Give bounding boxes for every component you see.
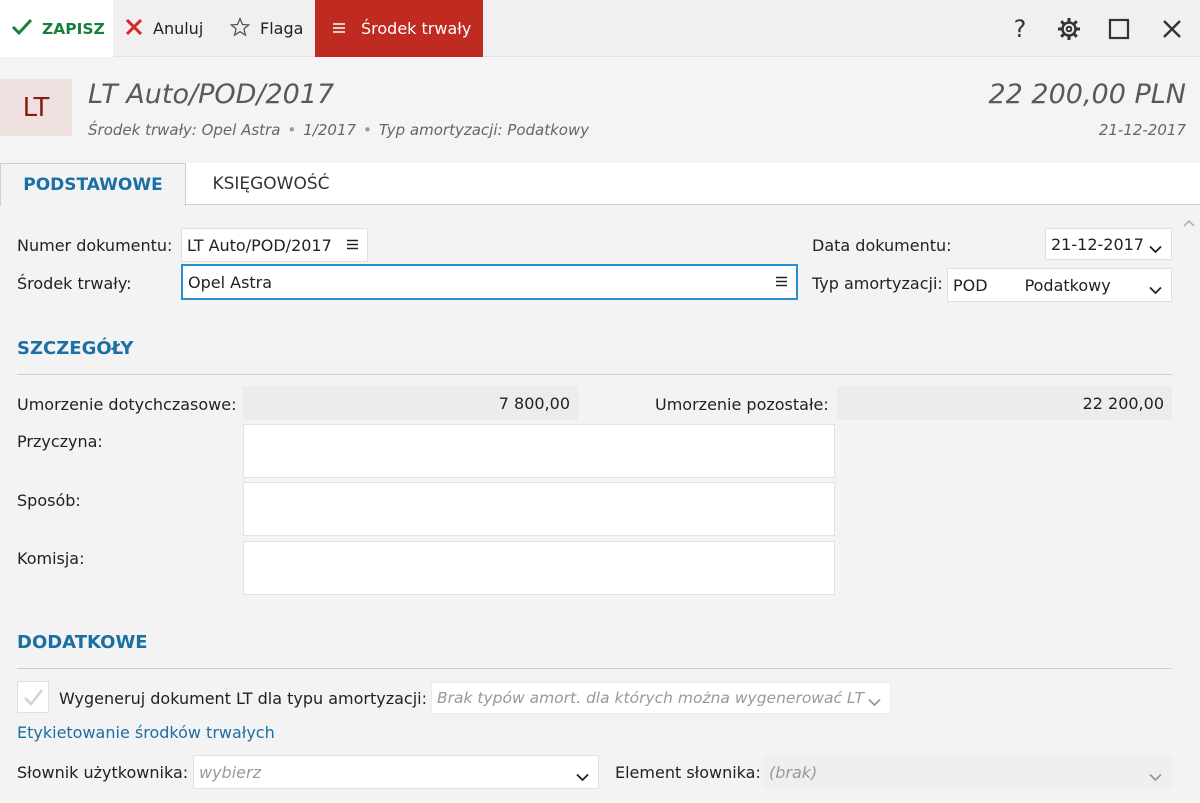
chevron-down-icon <box>868 693 881 711</box>
star-icon <box>229 16 251 41</box>
dictionary-placeholder: wybierz <box>199 762 261 782</box>
check-icon <box>11 18 33 40</box>
checkbox-icon[interactable] <box>17 681 49 713</box>
document-subtitle: Środek trwały: Opel Astra • 1/2017 • Typ amo… <box>88 121 590 139</box>
cancel-button[interactable]: Anuluj <box>113 0 217 57</box>
menu-icon[interactable] <box>347 236 358 254</box>
generate-lt-label: Wygeneruj dokument LT dla typu amortyzac… <box>59 689 427 708</box>
doc-date-picker[interactable]: 21-12-2017 <box>1045 228 1172 260</box>
section-divider <box>17 374 1172 375</box>
menu-icon[interactable] <box>776 273 787 291</box>
dictionary-element-placeholder: (brak) <box>769 762 818 782</box>
remaining-value: 22 200,00 <box>837 386 1172 420</box>
tab-basic[interactable]: PODSTAWOWE <box>0 163 186 206</box>
doc-date-value: 21-12-2017 <box>1051 234 1144 254</box>
chevron-down-icon <box>576 767 589 786</box>
amortization-type-select[interactable]: POD Podatkowy <box>947 268 1172 302</box>
asset-menu-label: Środek trwały <box>361 19 472 38</box>
window-close-icon[interactable] <box>1147 0 1197 57</box>
flag-label: Flaga <box>260 19 304 38</box>
asset-value: Opel Astra <box>188 272 273 292</box>
help-icon[interactable]: ? <box>995 0 1045 57</box>
generate-lt-select[interactable]: Brak typów amort. dla których można wyge… <box>431 682 891 714</box>
scroll-up-icon[interactable] <box>1183 212 1195 231</box>
method-textarea[interactable] <box>243 482 835 536</box>
close-icon <box>125 18 143 40</box>
asset-field[interactable]: Opel Astra <box>181 264 798 300</box>
remaining-label: Umorzenie pozostałe: <box>655 395 829 414</box>
amortization-type-name: Podatkowy <box>1024 275 1111 295</box>
reason-label: Przyczyna: <box>17 432 103 451</box>
page-title: LT Auto/POD/2017 <box>88 79 335 110</box>
doc-number-value: LT Auto/POD/2017 <box>187 235 332 255</box>
doc-date-label: Data dokumentu: <box>812 236 952 255</box>
reason-textarea[interactable] <box>243 424 835 478</box>
document-header <box>0 57 1200 163</box>
dictionary-element-label: Element słownika: <box>615 763 761 782</box>
commission-label: Komisja: <box>17 549 85 568</box>
dictionary-select[interactable]: wybierz <box>193 755 599 789</box>
chevron-down-icon <box>1149 280 1162 299</box>
generate-lt-placeholder: Brak typów amort. dla których można wyge… <box>437 689 864 707</box>
dictionary-element-select[interactable]: (brak) <box>763 755 1172 789</box>
chevron-down-icon <box>1149 239 1162 258</box>
asset-menu-button[interactable]: Środek trwały <box>315 0 483 57</box>
subtitle-asset: Środek trwały: Opel Astra <box>88 121 281 139</box>
save-button[interactable]: ZAPISZ <box>0 0 113 57</box>
dictionary-label: Słownik użytkownika: <box>17 763 189 782</box>
amortization-type-label: Typ amortyzacji: <box>812 274 943 293</box>
avatar: LT <box>0 79 72 136</box>
subtitle-period: 1/2017 <box>303 121 357 139</box>
menu-icon <box>333 19 345 38</box>
doc-number-label: Numer dokumentu: <box>17 236 173 255</box>
maximize-icon[interactable] <box>1094 0 1144 57</box>
chevron-down-icon <box>1149 767 1162 786</box>
save-label: ZAPISZ <box>42 19 105 38</box>
details-section-title: SZCZEGÓŁY <box>17 338 134 359</box>
section-divider <box>17 668 1172 669</box>
commission-textarea[interactable] <box>243 541 835 595</box>
additional-section-title: DODATKOWE <box>17 632 148 653</box>
doc-number-field[interactable]: LT Auto/POD/2017 <box>181 228 368 262</box>
gear-icon[interactable] <box>1044 0 1094 57</box>
document-date: 21-12-2017 <box>1098 121 1186 139</box>
document-amount: 22 200,00 PLN <box>988 79 1186 110</box>
labeling-link[interactable]: Etykietowanie środków trwałych <box>17 723 275 742</box>
write-off-value: 7 800,00 <box>243 386 578 420</box>
asset-label: Środek trwały: <box>17 274 132 293</box>
method-label: Sposób: <box>17 491 81 510</box>
cancel-label: Anuluj <box>153 19 204 38</box>
tab-accounting[interactable]: KSIĘGOWOŚĆ <box>186 163 356 205</box>
flag-button[interactable]: Flaga <box>217 0 315 57</box>
write-off-label: Umorzenie dotychczasowe: <box>17 395 237 414</box>
subtitle-amortization-type: Typ amortyzacji: Podatkowy <box>378 121 590 139</box>
amortization-type-code: POD <box>953 275 988 295</box>
